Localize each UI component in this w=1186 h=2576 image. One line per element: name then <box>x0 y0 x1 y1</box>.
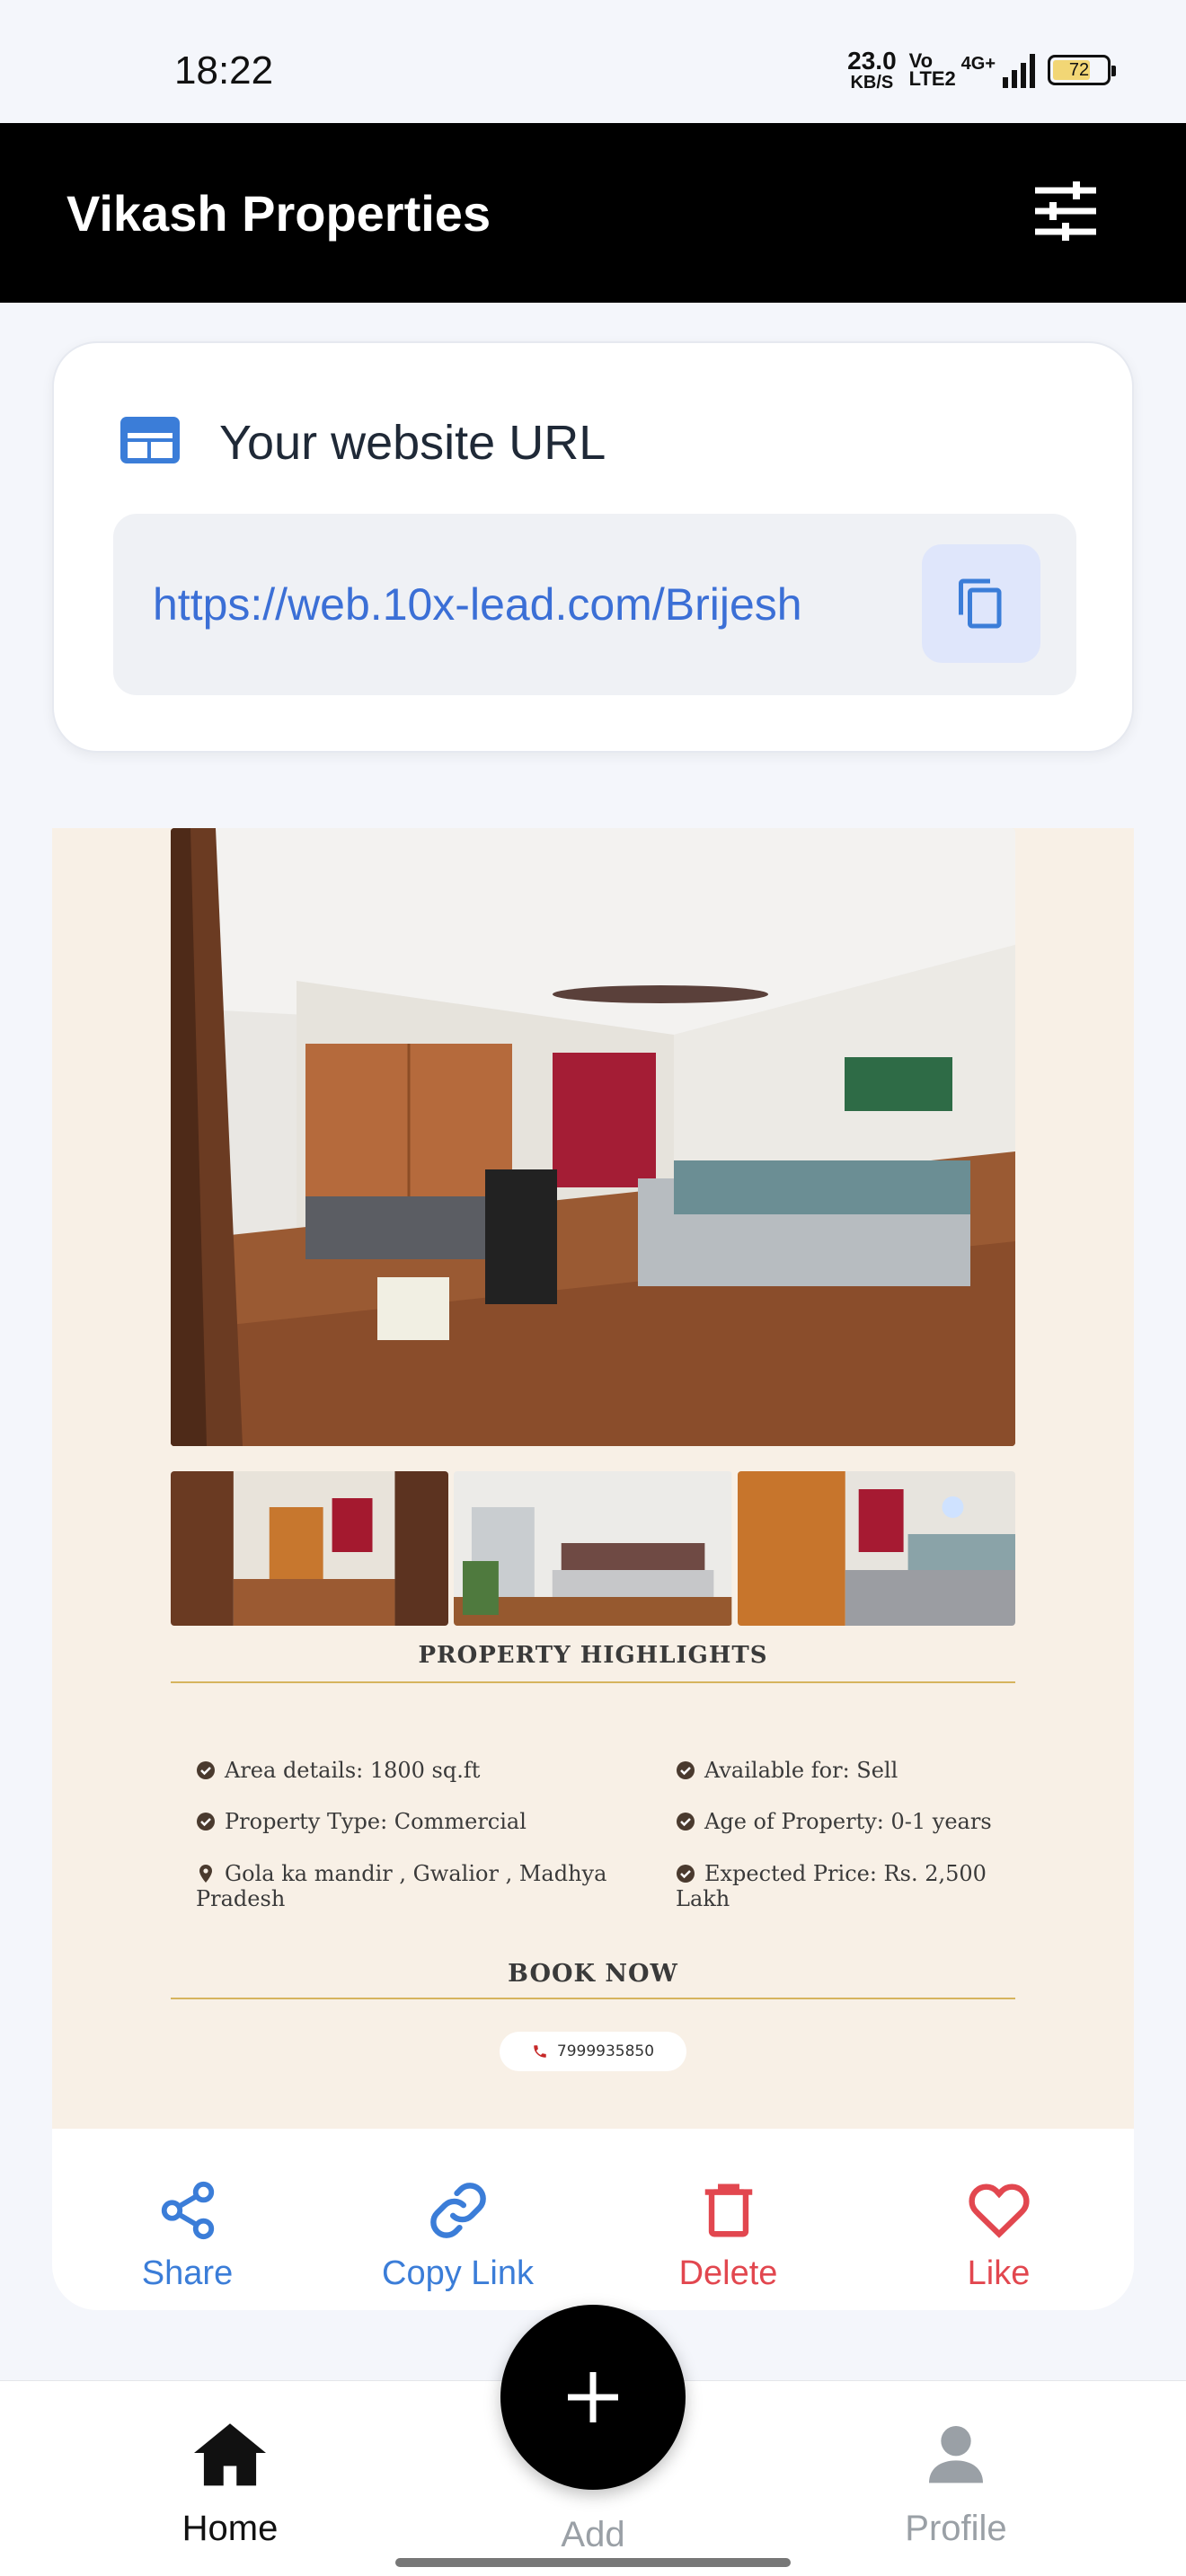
highlights-heading: PROPERTY HIGHLIGHTS <box>418 1642 768 1669</box>
highlight-price: Expected Price: Rs. 2,500 Lakh <box>676 1861 1017 1911</box>
highlight-availability: Available for: Sell <box>676 1758 1017 1783</box>
photo-thumbnail[interactable] <box>737 1471 1015 1626</box>
like-button[interactable]: Like <box>863 2129 1134 2310</box>
delete-label: Delete <box>678 2254 778 2292</box>
status-indicators: 23.0 KB/S Vo LTE2 4G+ 72 <box>847 47 1116 93</box>
phone-button[interactable]: 7999935850 <box>500 2032 686 2071</box>
check-circle-icon <box>197 1761 215 1779</box>
property-actions: Share Copy Link Delete Like <box>52 2129 1134 2310</box>
app-bar: Vikash Properties <box>0 123 1186 303</box>
website-url-card: Your website URL https://web.10x-lead.co… <box>52 341 1134 753</box>
highlight-age: Age of Property: 0-1 years <box>676 1809 1017 1834</box>
highlight-text: Age of Property: 0-1 years <box>704 1809 992 1834</box>
nav-home[interactable]: Home <box>122 2417 338 2549</box>
network-speed-value: 23.0 <box>847 47 897 75</box>
share-icon <box>161 2181 214 2240</box>
share-label: Share <box>141 2254 234 2292</box>
highlight-area: Area details: 1800 sq.ft <box>196 1758 627 1783</box>
copy-link-button[interactable]: Copy Link <box>323 2129 593 2310</box>
status-bar: 18:22 23.0 KB/S Vo LTE2 4G+ 72 <box>0 0 1186 123</box>
url-field: https://web.10x-lead.com/Brijesh <box>113 514 1076 695</box>
website-url-link[interactable]: https://web.10x-lead.com/Brijesh <box>153 578 802 631</box>
nav-home-label: Home <box>181 2509 279 2548</box>
nav-profile[interactable]: Profile <box>848 2417 1064 2549</box>
divider <box>171 1681 1015 1683</box>
status-time: 18:22 <box>174 49 274 93</box>
filter-button[interactable] <box>1031 180 1100 243</box>
share-button[interactable]: Share <box>52 2129 323 2310</box>
check-circle-icon <box>677 1761 695 1779</box>
map-pin-icon <box>199 1865 212 1883</box>
highlight-text: Gola ka mandir , Gwalior , Madhya Prades… <box>196 1861 607 1911</box>
add-property-button[interactable] <box>500 2305 686 2490</box>
highlight-text: Property Type: Commercial <box>225 1809 527 1834</box>
highlight-text: Available for: Sell <box>704 1758 898 1783</box>
property-card: PROPERTY HIGHLIGHTS Area details: 1800 s… <box>52 828 1134 2310</box>
battery-icon: 72 <box>1048 55 1116 85</box>
network-speed-unit: KB/S <box>850 73 894 93</box>
copy-link-label: Copy Link <box>382 2254 534 2292</box>
network-type: 4G+ <box>960 53 996 74</box>
copy-url-button[interactable] <box>922 544 1040 663</box>
network-speed: 23.0 KB/S <box>847 47 897 93</box>
like-label: Like <box>967 2254 1031 2292</box>
photo-thumbnail[interactable] <box>454 1471 732 1626</box>
check-circle-icon <box>677 1865 695 1883</box>
browser-window-icon <box>120 417 180 463</box>
battery-level: 72 <box>1068 59 1090 80</box>
check-circle-icon <box>197 1813 215 1831</box>
person-icon <box>929 2426 983 2483</box>
copy-icon <box>959 578 1002 629</box>
phone-icon <box>534 2045 546 2058</box>
highlight-location: Gola ka mandir , Gwalior , Madhya Prades… <box>196 1861 663 1911</box>
check-circle-icon <box>677 1813 695 1831</box>
photo-thumbnail[interactable] <box>171 1471 449 1626</box>
property-main-photo[interactable] <box>171 828 1015 1446</box>
highlight-text: Expected Price: Rs. 2,500 Lakh <box>676 1861 987 1911</box>
volte-indicator: Vo LTE2 <box>908 49 956 90</box>
link-icon <box>429 2183 486 2238</box>
plus-icon <box>568 2372 618 2422</box>
photo-thumbnails <box>171 1471 1015 1626</box>
signal-icon <box>1003 52 1035 88</box>
property-flyer[interactable]: PROPERTY HIGHLIGHTS Area details: 1800 s… <box>52 828 1134 2129</box>
highlight-text: Area details: 1800 sq.ft <box>225 1758 481 1783</box>
url-card-heading: Your website URL <box>219 416 606 470</box>
nav-add-label: Add <box>561 2515 625 2554</box>
gesture-bar[interactable] <box>395 2558 791 2567</box>
book-now-heading: BOOK NOW <box>508 1960 678 1988</box>
trash-icon <box>704 2183 752 2237</box>
nav-profile-label: Profile <box>905 2509 1007 2548</box>
heart-icon <box>968 2183 1030 2238</box>
highlight-type: Property Type: Commercial <box>196 1809 627 1834</box>
app-title: Vikash Properties <box>66 185 491 242</box>
home-icon <box>194 2423 266 2486</box>
sliders-icon <box>1035 181 1096 241</box>
delete-button[interactable]: Delete <box>593 2129 863 2310</box>
divider <box>171 1998 1015 1999</box>
phone-number: 7999935850 <box>556 2042 655 2060</box>
